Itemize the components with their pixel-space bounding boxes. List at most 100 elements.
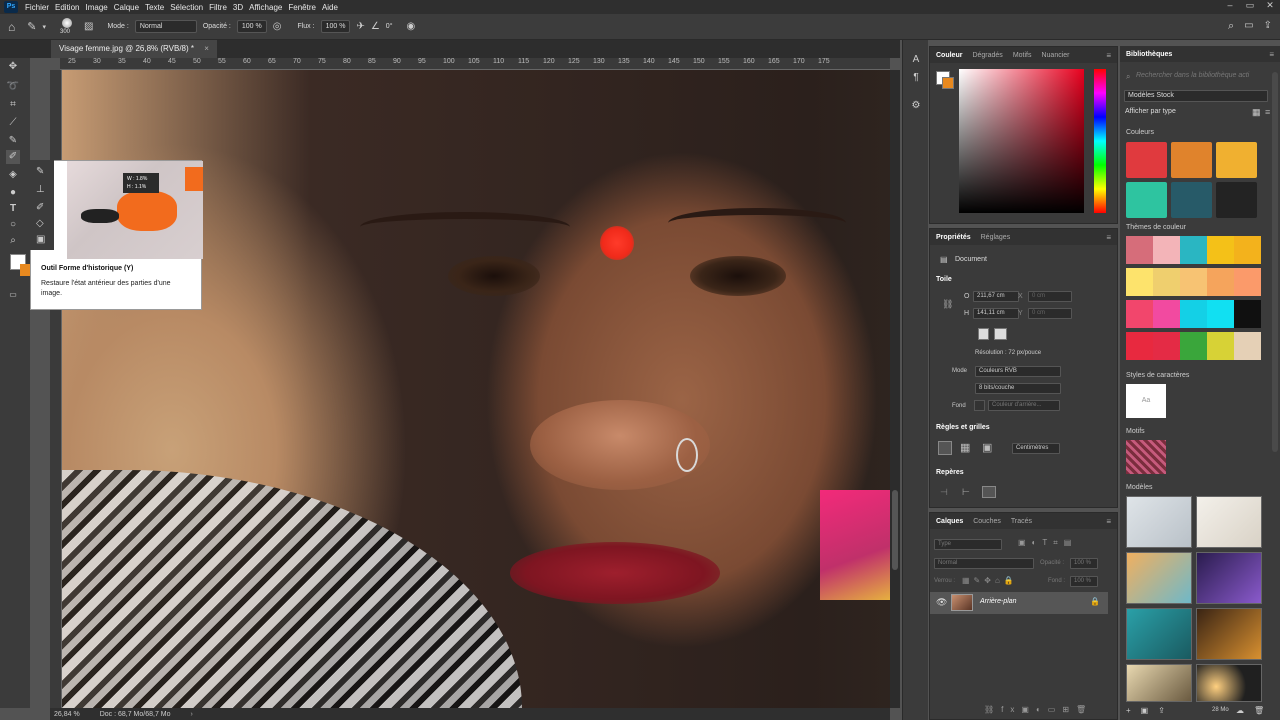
eyedropper-tool-icon[interactable]: ⟋ <box>6 116 20 130</box>
motifs-section-title[interactable]: Motifs <box>1126 428 1145 435</box>
lasso-tool-icon[interactable]: ➰ <box>6 80 20 94</box>
menu-image[interactable]: Image <box>82 3 110 12</box>
panel-menu-icon[interactable]: ≡ <box>1106 233 1111 242</box>
link-icon[interactable]: ⛓ <box>942 299 953 310</box>
theme-color-cell[interactable] <box>1153 236 1180 264</box>
units-select[interactable]: Centimètres <box>1012 443 1060 454</box>
opacity-field[interactable]: 100 % <box>236 20 267 33</box>
close-icon[interactable]: ✕ <box>1260 0 1280 11</box>
chevron-down-icon[interactable]: ▾ <box>42 23 46 31</box>
rulers-toggle-icon[interactable] <box>938 441 952 455</box>
brush-preset-picker[interactable]: 300 <box>58 16 78 38</box>
brush-settings-icon[interactable]: ▨ <box>84 21 93 32</box>
guide-add-icon[interactable] <box>982 486 996 498</box>
panel-menu-icon[interactable]: ≡ <box>1106 517 1111 526</box>
modeles-section-title[interactable]: Modèles <box>1126 484 1152 491</box>
theme-color-cell[interactable] <box>1207 268 1234 296</box>
history-brush-tool-icon[interactable]: ✐ <box>6 150 20 164</box>
angle-value[interactable]: 0° <box>386 23 393 30</box>
layer-bottom-icons[interactable]: ⛓fx▣◐▭⊞🗑 <box>984 705 1093 714</box>
document-tab[interactable]: Visage femme.jpg @ 26,8% (RVB/8) * × <box>51 40 217 58</box>
template-thumbnail-2[interactable] <box>1196 496 1262 548</box>
home-icon[interactable]: ⌂ <box>8 20 15 34</box>
template-thumbnail-4[interactable] <box>1196 552 1262 604</box>
tab-proprietes[interactable]: Propriétés <box>936 234 971 241</box>
menu-edition[interactable]: Edition <box>52 3 82 12</box>
menu-texte[interactable]: Texte <box>142 3 167 12</box>
library-scrollbar[interactable] <box>1272 72 1278 452</box>
close-tab-icon[interactable]: × <box>204 44 209 53</box>
theme-color-cell[interactable] <box>1153 268 1180 296</box>
height-field[interactable]: 141,11 cm <box>973 308 1019 319</box>
reperes-section-title[interactable]: Repères <box>936 469 964 476</box>
menu-aide[interactable]: Aide <box>319 3 341 12</box>
pixel-grid-icon[interactable]: ▣ <box>982 441 992 454</box>
blend-mode-select[interactable]: Normal <box>934 558 1034 569</box>
library-color-swatch[interactable] <box>1171 182 1212 218</box>
theme-color-cell[interactable] <box>1207 236 1234 264</box>
library-select[interactable]: Modèles Stock <box>1124 90 1268 102</box>
cloud-icon[interactable]: ☁ <box>1236 706 1244 715</box>
search-icon[interactable]: ⌕ <box>1228 20 1234 33</box>
tab-nuancier[interactable]: Nuancier <box>1041 52 1069 59</box>
quick-mask-icon[interactable]: ▭ <box>6 288 20 302</box>
share-icon[interactable]: ⇪ <box>1264 20 1272 33</box>
theme-color-cell[interactable] <box>1126 300 1153 328</box>
menu-3d[interactable]: 3D <box>230 3 246 12</box>
theme-color-cell[interactable] <box>1207 300 1234 328</box>
pattern-swatch[interactable] <box>1126 440 1166 474</box>
fond-select[interactable]: Couleur d'arrière... <box>988 400 1060 411</box>
character-panel-icon[interactable]: A <box>909 54 923 68</box>
library-search-input[interactable]: Rechercher dans la bibliothèque acti <box>1136 72 1249 79</box>
background-color-chip[interactable] <box>942 77 954 89</box>
themes-section-title[interactable]: Thèmes de couleur <box>1126 224 1186 231</box>
workspace-icon[interactable]: ▭ <box>1244 20 1253 33</box>
guide-center-icon[interactable]: ⊢ <box>962 487 970 498</box>
grid-toggle-icon[interactable]: ▦ <box>960 441 970 454</box>
fond-swatch[interactable] <box>974 400 985 411</box>
eye-icon[interactable]: 👁 <box>936 597 947 608</box>
couleurs-section-title[interactable]: Couleurs <box>1126 129 1154 136</box>
theme-color-cell[interactable] <box>1126 268 1153 296</box>
show-by-type[interactable]: Afficher par type <box>1125 108 1176 115</box>
menu-fichier[interactable]: Fichier <box>22 3 52 12</box>
type-tool-icon[interactable]: T <box>6 202 20 216</box>
menu-selection[interactable]: Sélection <box>167 3 206 12</box>
layer-filter-search[interactable]: Type <box>934 539 1002 550</box>
color-field[interactable] <box>959 69 1084 213</box>
dodge-tool-icon[interactable]: ● <box>6 186 20 200</box>
menu-affichage[interactable]: Affichage <box>246 3 285 12</box>
mode-select[interactable]: Normal <box>134 20 197 33</box>
regles-section-title[interactable]: Règles et grilles <box>936 424 990 431</box>
bit-depth-select[interactable]: 8 bits/couche <box>975 383 1061 394</box>
minimize-icon[interactable]: – <box>1220 0 1240 11</box>
tab-reglages[interactable]: Réglages <box>981 234 1011 241</box>
theme-color-cell[interactable] <box>1234 236 1261 264</box>
zoom-level[interactable]: 26,84 % <box>54 711 80 718</box>
tab-calques[interactable]: Calques <box>936 518 963 525</box>
menu-calque[interactable]: Calque <box>111 3 142 12</box>
styles-section-title[interactable]: Styles de caractères <box>1126 372 1189 379</box>
library-color-swatch[interactable] <box>1171 142 1212 178</box>
brush-tool-icon[interactable]: ✎ <box>36 166 44 177</box>
library-color-swatch[interactable] <box>1126 142 1167 178</box>
template-thumbnail-3[interactable] <box>1126 552 1192 604</box>
theme-color-cell[interactable] <box>1180 268 1207 296</box>
shape-tool-icon[interactable]: ○ <box>6 218 20 232</box>
tab-motifs[interactable]: Motifs <box>1013 52 1032 59</box>
library-color-swatch[interactable] <box>1126 182 1167 218</box>
scroll-thumb[interactable] <box>892 490 898 570</box>
paint-bucket-tool-icon[interactable]: ◈ <box>6 168 20 182</box>
tab-traces[interactable]: Tracés <box>1011 518 1032 525</box>
grid-view-icon[interactable]: ▦ <box>1252 107 1261 118</box>
library-bottom-icons[interactable]: +▣⇪ <box>1126 706 1175 715</box>
panel-menu-icon[interactable]: ≡ <box>1269 50 1274 59</box>
character-style-sample[interactable]: Aa <box>1126 384 1166 418</box>
library-color-swatch[interactable] <box>1216 182 1257 218</box>
history-brush-tool-icon[interactable]: ✎ <box>27 20 36 33</box>
stamp-tool-icon[interactable]: ⊥ <box>36 184 45 195</box>
theme-color-cell[interactable] <box>1180 300 1207 328</box>
theme-color-cell[interactable] <box>1207 332 1234 360</box>
pressure-size-icon[interactable]: ◉ <box>407 21 416 32</box>
tab-couleur[interactable]: Couleur <box>936 52 962 59</box>
